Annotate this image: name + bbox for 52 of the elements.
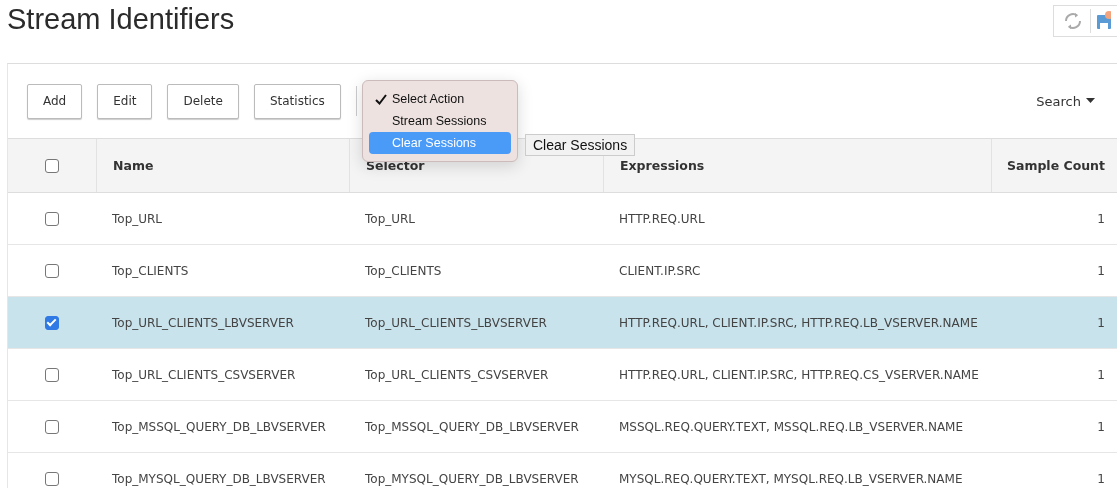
table-cell: Top_URL_CLIENTS_CSVSERVER <box>365 367 549 382</box>
tooltip: Clear Sessions <box>525 134 636 156</box>
row-checkbox[interactable] <box>45 315 59 330</box>
table-cell: Top_URL_CLIENTS_CSVSERVER <box>112 367 296 382</box>
column-header[interactable]: Selector <box>366 158 425 173</box>
toolbar-button[interactable]: Edit <box>97 83 153 119</box>
table-row[interactable]: Top_MSSQL_QUERY_DB_LBVSERVER Top_MSSQL_QUERY_DB_LBVSERVER MSSQL.REQ.QUERY.TEXT, MSSQL.REQ.LB_VSERVER.NAME 1 <box>8 401 1117 453</box>
table-cell: 1 <box>1097 471 1105 486</box>
table-cell: 1 <box>1097 367 1105 382</box>
table-cell: HTTP.REQ.URL <box>619 211 705 226</box>
save-icon[interactable] <box>1097 10 1111 32</box>
toolbar-button[interactable]: Delete <box>167 83 239 119</box>
column-header[interactable]: Name <box>113 158 154 173</box>
caret-icon <box>1086 98 1095 104</box>
table-cell: Top_URL_CLIENTS_LBVSERVER <box>365 315 547 330</box>
table-cell: CLIENT.IP.SRC <box>619 263 701 278</box>
select-all-checkbox[interactable] <box>45 158 59 173</box>
toolbar-button[interactable]: Statistics <box>253 83 341 119</box>
table-row[interactable]: Top_URL Top_URL HTTP.REQ.URL 1 <box>8 193 1117 245</box>
row-checkbox[interactable] <box>45 419 59 434</box>
table-cell: Top_URL_CLIENTS_LBVSERVER <box>112 315 294 330</box>
row-checkbox[interactable] <box>45 471 59 486</box>
search-dropdown[interactable]: Search <box>1030 92 1101 110</box>
table-cell: Top_MSSQL_QUERY_DB_LBVSERVER <box>365 419 579 434</box>
column-header[interactable]: Sample Count <box>1006 158 1105 173</box>
table-cell: HTTP.REQ.URL, CLIENT.IP.SRC, HTTP.REQ.CS_VSERVER.NAME <box>619 367 979 382</box>
table-cell: Top_MYSQL_QUERY_DB_LBVSERVER <box>365 471 579 486</box>
page-title: Stream Identifiers <box>6 2 235 36</box>
table-cell: Top_URL <box>112 211 163 226</box>
menu-item[interactable]: Select Action <box>369 88 511 110</box>
row-checkbox[interactable] <box>45 263 59 278</box>
refresh-icon[interactable] <box>1062 10 1084 32</box>
table-row[interactable]: Top_MYSQL_QUERY_DB_LBVSERVER Top_MYSQL_QUERY_DB_LBVSERVER MYSQL.REQ.QUERY.TEXT, MYSQL.REQ.LB_VSERVER.NAME 1 <box>8 453 1117 488</box>
toolbar-button[interactable]: Add <box>27 83 83 119</box>
table-cell: Top_MSSQL_QUERY_DB_LBVSERVER <box>112 419 326 434</box>
table-cell: 1 <box>1097 211 1105 226</box>
row-checkbox[interactable] <box>45 211 59 226</box>
row-checkbox[interactable] <box>45 367 59 382</box>
table-cell: Top_CLIENTS <box>112 263 189 278</box>
table-cell: Top_MYSQL_QUERY_DB_LBVSERVER <box>112 471 326 486</box>
table-cell: 1 <box>1097 315 1105 330</box>
table-cell: Top_URL <box>365 211 416 226</box>
table-row[interactable]: Top_URL_CLIENTS_LBVSERVER Top_URL_CLIENTS_LBVSERVER HTTP.REQ.URL, CLIENT.IP.SRC, HTTP.REQ.LB_VSERVER.NAME 1 <box>8 297 1117 349</box>
column-header[interactable]: Expressions <box>620 158 705 173</box>
table-row[interactable]: Top_URL_CLIENTS_CSVSERVER Top_URL_CLIENTS_CSVSERVER HTTP.REQ.URL, CLIENT.IP.SRC, HTTP.REQ.CS_VSERVER.NAME 1 <box>8 349 1117 401</box>
table-cell: MSSQL.REQ.QUERY.TEXT, MSSQL.REQ.LB_VSERVER.NAME <box>619 419 964 434</box>
table-cell: Top_CLIENTS <box>365 263 442 278</box>
table-cell: 1 <box>1097 419 1105 434</box>
menu-item[interactable]: Stream Sessions <box>369 110 511 132</box>
table-cell: HTTP.REQ.URL, CLIENT.IP.SRC, HTTP.REQ.LB_VSERVER.NAME <box>619 315 978 330</box>
table-cell: 1 <box>1097 263 1105 278</box>
table-cell: MYSQL.REQ.QUERY.TEXT, MYSQL.REQ.LB_VSERVER.NAME <box>619 471 963 486</box>
